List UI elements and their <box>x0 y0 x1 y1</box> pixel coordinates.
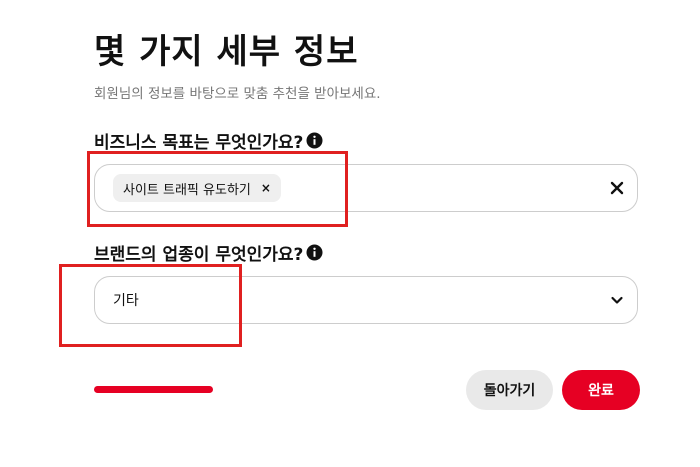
clear-selection-icon[interactable] <box>607 178 627 198</box>
page-title: 몇 가지 세부 정보 <box>94 32 359 72</box>
back-button[interactable]: 돌아가기 <box>466 370 553 410</box>
business-goal-label: 비즈니스 목표는 무엇인가요? <box>94 128 323 153</box>
chevron-down-icon[interactable] <box>607 290 627 310</box>
business-goal-label-text: 비즈니스 목표는 무엇인가요? <box>94 133 304 153</box>
highlight-box-goal <box>87 151 348 227</box>
page-subtitle: 회원님의 정보를 바탕으로 맞춤 추천을 받아보세요. <box>94 86 381 102</box>
brand-industry-label-text: 브랜드의 업종이 무엇인가요? <box>94 245 304 265</box>
highlight-box-industry <box>59 264 242 347</box>
info-icon[interactable] <box>306 132 323 149</box>
progress-indicator <box>94 386 213 393</box>
brand-industry-label: 브랜드의 업종이 무엇인가요? <box>94 240 323 265</box>
done-button[interactable]: 완료 <box>562 370 640 410</box>
onboarding-details-page: 몇 가지 세부 정보 회원님의 정보를 바탕으로 맞춤 추천을 받아보세요. 비… <box>0 0 700 467</box>
info-icon[interactable] <box>306 244 323 261</box>
